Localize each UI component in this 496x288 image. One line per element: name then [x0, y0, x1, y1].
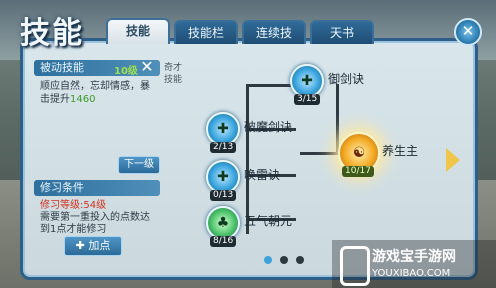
side-text: 奇才 技能 — [164, 63, 183, 85]
description-line: 击提升1460 — [40, 94, 96, 105]
skill-level: 10级 — [114, 66, 138, 77]
watermark: 游戏宝手游网 YOUXIBAO.COM — [332, 240, 496, 288]
skill-count: 8/16 — [210, 236, 237, 247]
skill-icon: ✚ — [301, 73, 313, 89]
requirement-text: 修习等级:54级 需要第一重投入的点数达 到1点才能修习 — [34, 198, 160, 238]
requirement-line: 到1点才能修习 — [40, 224, 107, 235]
page-dot[interactable] — [264, 256, 272, 264]
requirement-header: 修习条件 — [34, 180, 160, 196]
watermark-text: 游戏宝手游网 — [372, 249, 456, 265]
skill-node-pomo[interactable]: ✚ — [206, 112, 240, 146]
skill-icon: ✚ — [217, 121, 229, 137]
add-point-button[interactable]: ✚ 加点 — [64, 236, 122, 256]
page-indicator — [264, 256, 304, 264]
connector-line — [336, 84, 339, 154]
page-dot[interactable] — [296, 256, 304, 264]
tab-skills[interactable]: 技能 — [106, 18, 170, 44]
phone-logo-icon — [340, 246, 370, 286]
tab-bar: 技能 技能栏 连续技 天书 — [106, 18, 374, 44]
skill-tree: 奇才 技能 ✚ 御剑诀 3/15 ✚ 破魔剑诀 2/13 ✚ 唤雷诀 0/13 … — [160, 56, 466, 268]
skill-count: 0/13 — [210, 190, 237, 201]
requirement-level: 修习等级:54级 — [40, 200, 107, 211]
tab-combo[interactable]: 连续技 — [242, 20, 306, 44]
skill-count: 10/17 — [342, 166, 374, 177]
skill-name: 五气朝元 — [244, 214, 293, 228]
page-dot[interactable] — [280, 256, 288, 264]
skill-node-wuqi[interactable]: ♣ — [206, 206, 240, 240]
skill-node-huanlei[interactable]: ✚ — [206, 160, 240, 194]
skill-icon: ♣ — [216, 215, 230, 231]
description-value: 1460 — [70, 94, 96, 105]
skill-description: 顺应自然，忘却情感，暴 击提升1460 — [34, 76, 160, 110]
skill-count: 2/13 — [210, 142, 237, 153]
description-line: 顺应自然，忘却情感，暴 — [40, 81, 150, 92]
skill-name: 唤雷诀 — [244, 168, 281, 182]
collapse-icon[interactable]: ✕ — [138, 58, 156, 76]
close-button[interactable]: ✕ — [454, 18, 482, 46]
skill-node-yujian[interactable]: ✚ — [290, 64, 324, 98]
connector-line — [246, 84, 296, 87]
close-icon: ✕ — [461, 22, 475, 40]
skill-detail-panel: 被动技能 10级 ✕ 顺应自然，忘却情感，暴 击提升1460 下一级 修习条件 … — [34, 58, 160, 266]
next-level-button[interactable]: 下一级 — [118, 156, 160, 174]
skill-name: 养生主 — [382, 144, 419, 158]
watermark-url: YOUXIBAO.COM — [372, 268, 451, 279]
skill-icon: ✚ — [217, 169, 229, 185]
next-page-arrow-icon[interactable] — [446, 148, 460, 172]
requirement-line: 需要第一重投入的点数达 — [40, 212, 150, 223]
tab-skill-bar[interactable]: 技能栏 — [174, 20, 238, 44]
skill-name: 御剑诀 — [328, 72, 365, 86]
connector-line — [300, 152, 340, 155]
window-title: 技能 — [20, 16, 84, 51]
skill-count: 3/15 — [294, 94, 321, 105]
skill-name: 破魔剑诀 — [244, 120, 293, 134]
tab-tianshu[interactable]: 天书 — [310, 20, 374, 44]
